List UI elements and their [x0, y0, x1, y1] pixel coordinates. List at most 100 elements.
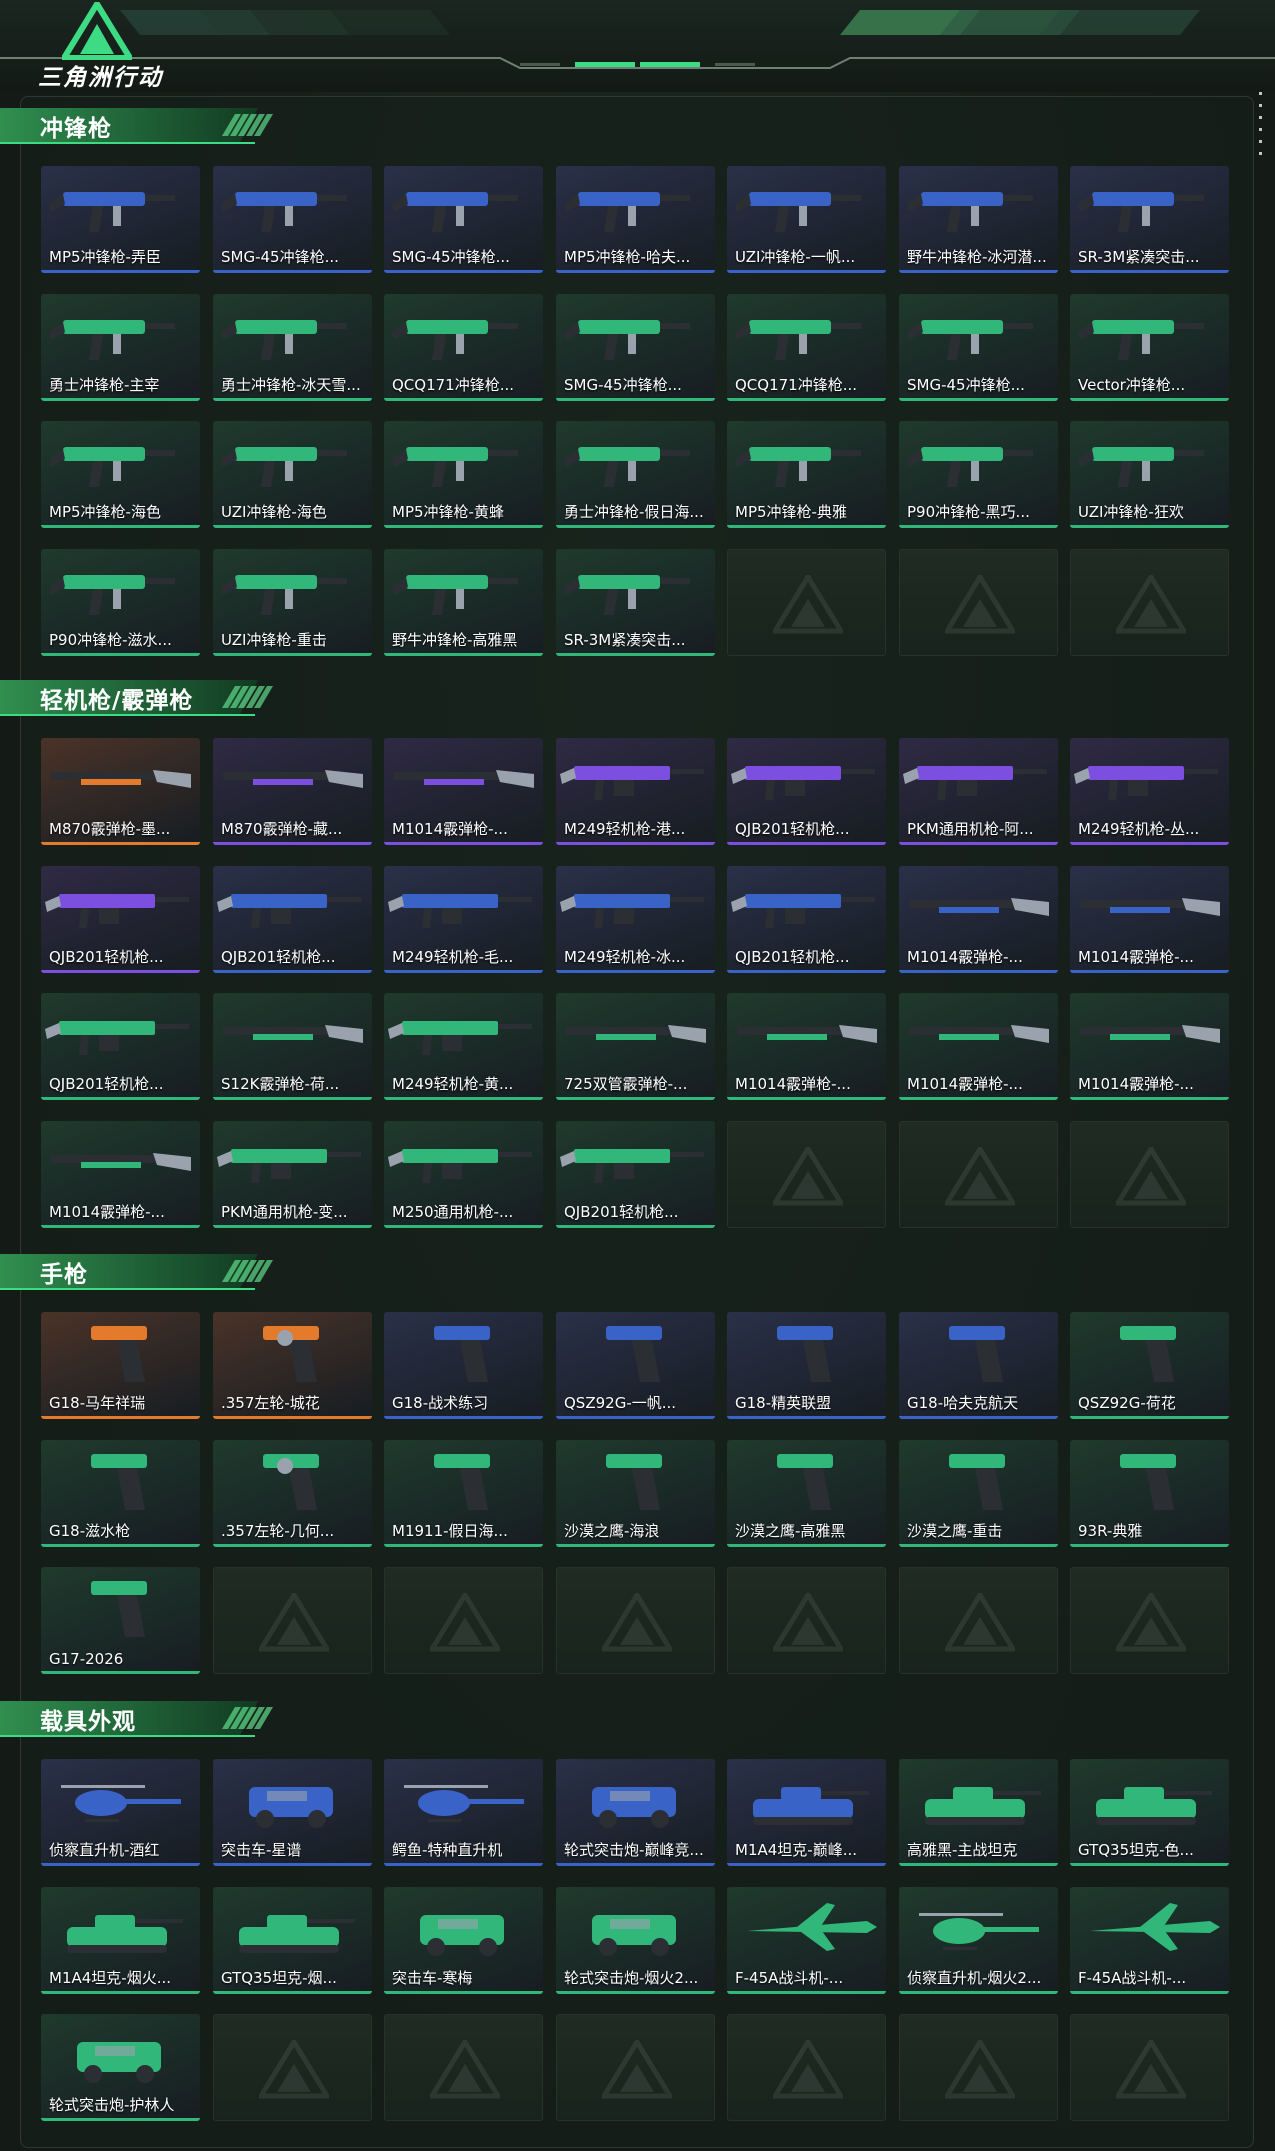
item-card[interactable]: 勇士冲锋枪-假日海...: [556, 421, 715, 528]
item-card[interactable]: 勇士冲锋枪-主宰: [41, 294, 200, 401]
item-card[interactable]: QJB201轻机枪...: [41, 993, 200, 1100]
item-label: MP5冲锋枪-哈夫...: [564, 248, 691, 266]
item-card[interactable]: PKM通用机枪-变...: [213, 1121, 372, 1228]
item-card[interactable]: G18-精英联盟: [727, 1312, 886, 1419]
item-card[interactable]: P90冲锋枪-黑巧...: [899, 421, 1058, 528]
item-card[interactable]: M870霰弹枪-藏...: [213, 738, 372, 845]
item-card[interactable]: QJB201轻机枪...: [727, 866, 886, 973]
placeholder-emblem-icon: [602, 1593, 672, 1652]
item-card[interactable]: UZI冲锋枪-一帆...: [727, 166, 886, 273]
item-card[interactable]: MP5冲锋枪-海色: [41, 421, 200, 528]
item-card[interactable]: M1A4坦克-烟火...: [41, 1887, 200, 1994]
item-card[interactable]: M1A4坦克-巅峰...: [727, 1759, 886, 1866]
item-label: G18-马年祥瑞: [49, 1394, 146, 1412]
item-card[interactable]: MP5冲锋枪-黄蜂: [384, 421, 543, 528]
item-card[interactable]: 野牛冲锋枪-冰河潜...: [899, 166, 1058, 273]
section-header: 手枪: [0, 1250, 275, 1292]
item-card[interactable]: M1014霰弹枪-...: [1070, 866, 1229, 973]
item-label: SMG-45冲锋枪...: [907, 376, 1025, 394]
item-card[interactable]: GTQ35坦克-烟...: [213, 1887, 372, 1994]
section-header: 载具外观: [0, 1697, 275, 1739]
item-card[interactable]: M249轻机枪-毛...: [384, 866, 543, 973]
item-card[interactable]: PKM通用机枪-阿...: [899, 738, 1058, 845]
item-card[interactable]: 93R-典雅: [1070, 1440, 1229, 1547]
item-card[interactable]: G18-哈夫克航天: [899, 1312, 1058, 1419]
item-card[interactable]: M870霰弹枪-墨...: [41, 738, 200, 845]
item-card[interactable]: 侦察直升机-酒红: [41, 1759, 200, 1866]
item-card[interactable]: 勇士冲锋枪-冰天雪...: [213, 294, 372, 401]
item-card[interactable]: .357左轮-几何...: [213, 1440, 372, 1547]
item-card[interactable]: 突击车-星谱: [213, 1759, 372, 1866]
item-card[interactable]: 沙漠之鹰-高雅黑: [727, 1440, 886, 1547]
item-card[interactable]: SR-3M紧凑突击...: [1070, 166, 1229, 273]
item-card[interactable]: M1014霰弹枪-...: [384, 738, 543, 845]
item-card[interactable]: M249轻机枪-丛...: [1070, 738, 1229, 845]
item-card[interactable]: 鳄鱼-特种直升机: [384, 1759, 543, 1866]
item-card[interactable]: UZI冲锋枪-狂欢: [1070, 421, 1229, 528]
item-card[interactable]: QJB201轻机枪...: [727, 738, 886, 845]
item-card[interactable]: 高雅黑-主战坦克: [899, 1759, 1058, 1866]
item-card[interactable]: F-45A战斗机-...: [1070, 1887, 1229, 1994]
item-card[interactable]: MP5冲锋枪-哈夫...: [556, 166, 715, 273]
item-card[interactable]: M249轻机枪-港...: [556, 738, 715, 845]
item-card[interactable]: 轮式突击炮-护林人: [41, 2014, 200, 2121]
placeholder-emblem-icon: [259, 1593, 329, 1652]
item-card[interactable]: G17-2026: [41, 1567, 200, 1674]
smg-icon: [564, 320, 690, 360]
vehicle-icon: [77, 2042, 161, 2083]
item-card[interactable]: M249轻机枪-黄...: [384, 993, 543, 1100]
item-card[interactable]: SMG-45冲锋枪...: [384, 166, 543, 273]
item-card[interactable]: M250通用机枪-...: [384, 1121, 543, 1228]
item-label: QJB201轻机枪...: [49, 1075, 164, 1093]
item-card[interactable]: MP5冲锋枪-典雅: [727, 421, 886, 528]
item-card[interactable]: 突击车-寒梅: [384, 1887, 543, 1994]
item-card[interactable]: QJB201轻机枪...: [556, 1121, 715, 1228]
item-card[interactable]: 沙漠之鹰-重击: [899, 1440, 1058, 1547]
item-card[interactable]: QJB201轻机枪...: [41, 866, 200, 973]
item-card[interactable]: QSZ92G-一帆...: [556, 1312, 715, 1419]
item-card[interactable]: P90冲锋枪-滋水...: [41, 549, 200, 656]
item-card[interactable]: M1014霰弹枪-...: [41, 1121, 200, 1228]
item-card[interactable]: SMG-45冲锋枪...: [556, 294, 715, 401]
item-card[interactable]: 侦察直升机-烟火2...: [899, 1887, 1058, 1994]
smg-icon: [735, 192, 861, 232]
item-card[interactable]: M1014霰弹枪-...: [899, 866, 1058, 973]
item-card[interactable]: QJB201轻机枪...: [213, 866, 372, 973]
item-card[interactable]: G18-马年祥瑞: [41, 1312, 200, 1419]
item-card[interactable]: G18-战术练习: [384, 1312, 543, 1419]
item-card[interactable]: MP5冲锋枪-弄臣: [41, 166, 200, 273]
item-card[interactable]: 野牛冲锋枪-高雅黑: [384, 549, 543, 656]
item-card[interactable]: Vector冲锋枪...: [1070, 294, 1229, 401]
helicopter-icon: [919, 1913, 1039, 1950]
item-card[interactable]: 轮式突击炮-巅峰竞...: [556, 1759, 715, 1866]
item-card[interactable]: SMG-45冲锋枪...: [213, 166, 372, 273]
item-label: UZI冲锋枪-狂欢: [1078, 503, 1184, 521]
item-card[interactable]: M1014霰弹枪-...: [727, 993, 886, 1100]
item-card[interactable]: M1911-假日海...: [384, 1440, 543, 1547]
item-card[interactable]: M249轻机枪-冰...: [556, 866, 715, 973]
item-card[interactable]: .357左轮-城花: [213, 1312, 372, 1419]
item-card[interactable]: M1014霰弹枪-...: [1070, 993, 1229, 1100]
item-card[interactable]: M1014霰弹枪-...: [899, 993, 1058, 1100]
item-card[interactable]: GTQ35坦克-色...: [1070, 1759, 1229, 1866]
item-card[interactable]: SMG-45冲锋枪...: [899, 294, 1058, 401]
item-label: G18-精英联盟: [735, 1394, 832, 1412]
more-menu-icon[interactable]: [1259, 92, 1263, 155]
item-card[interactable]: QSZ92G-荷花: [1070, 1312, 1229, 1419]
item-card[interactable]: 725双管霰弹枪-...: [556, 993, 715, 1100]
item-card[interactable]: UZI冲锋枪-重击: [213, 549, 372, 656]
item-card[interactable]: UZI冲锋枪-海色: [213, 421, 372, 528]
lmg-icon: [560, 894, 704, 928]
item-card[interactable]: QCQ171冲锋枪...: [727, 294, 886, 401]
item-card[interactable]: G18-滋水枪: [41, 1440, 200, 1547]
lmg-icon: [560, 766, 704, 800]
item-card[interactable]: QCQ171冲锋枪...: [384, 294, 543, 401]
item-card[interactable]: SR-3M紧凑突击...: [556, 549, 715, 656]
item-card[interactable]: S12K霰弹枪-荷...: [213, 993, 372, 1100]
item-label: 高雅黑-主战坦克: [907, 1841, 1018, 1859]
item-card[interactable]: 沙漠之鹰-海浪: [556, 1440, 715, 1547]
empty-slot: [1070, 549, 1229, 656]
item-card[interactable]: F-45A战斗机-...: [727, 1887, 886, 1994]
lmg-icon: [217, 1149, 361, 1183]
item-card[interactable]: 轮式突击炮-烟火2...: [556, 1887, 715, 1994]
